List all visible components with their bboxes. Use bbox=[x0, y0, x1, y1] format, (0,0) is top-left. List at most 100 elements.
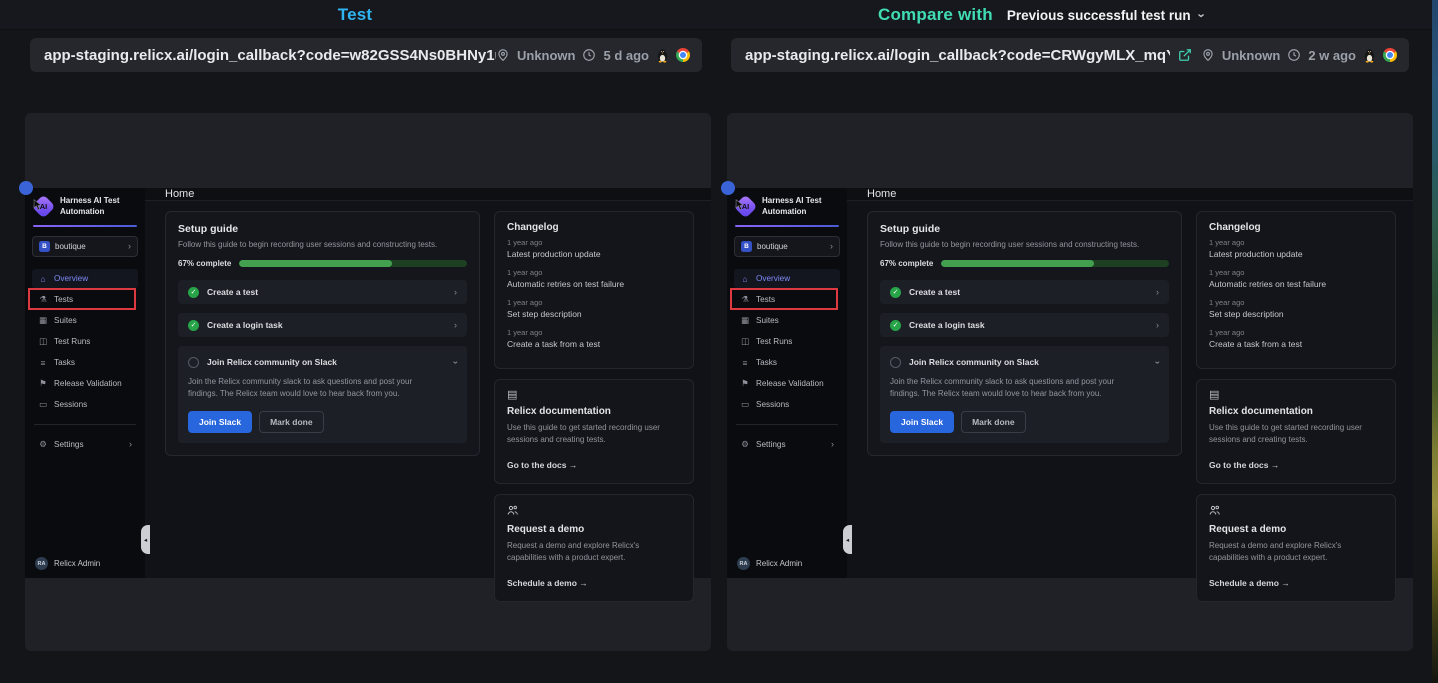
gear-icon: ⚙ bbox=[740, 439, 750, 450]
demo-title: Request a demo bbox=[1209, 524, 1383, 535]
sidebar-item-label: Tasks bbox=[756, 358, 777, 367]
setup-guide-subtitle: Follow this guide to begin recording use… bbox=[880, 240, 1169, 249]
sidebar-item-label: Test Runs bbox=[756, 337, 792, 346]
join-slack-button: Join Slack bbox=[890, 411, 954, 433]
documentation-description: Use this guide to get started recording … bbox=[1209, 422, 1383, 447]
setup-task-create-test: ✓ Create a test › bbox=[880, 280, 1169, 304]
mark-done-button: Mark done bbox=[961, 411, 1026, 433]
sidebar-item-label: Suites bbox=[756, 316, 779, 325]
home-icon: ⌂ bbox=[38, 274, 48, 284]
people-icon bbox=[507, 505, 681, 519]
sidebar-item-tests: ⚗ Tests bbox=[734, 290, 840, 309]
sidebar-item-label: Suites bbox=[54, 316, 77, 325]
flask-icon: ⚗ bbox=[38, 294, 48, 305]
left-app-screenshot: AI Harness AI Test Automation B boutique… bbox=[25, 188, 711, 578]
app-sidebar: AI Harness AI Test Automation B boutique… bbox=[727, 188, 847, 578]
progress-row: 67% complete bbox=[880, 259, 1169, 268]
list-icon: ≡ bbox=[740, 358, 750, 368]
demo-card: Request a demo Request a demo and explor… bbox=[1196, 494, 1396, 602]
changelog-entry-title: Latest production update bbox=[1209, 249, 1383, 259]
book-icon: ▤ bbox=[1209, 390, 1383, 401]
sidebar-divider bbox=[34, 424, 136, 425]
setup-guide-title: Setup guide bbox=[880, 223, 1169, 235]
collapse-arrow-icon: ◂ bbox=[144, 536, 147, 544]
right-column-header: Compare with Previous successful test ru… bbox=[699, 0, 1383, 30]
grid-icon: ▦ bbox=[740, 315, 750, 326]
flag-icon: ⚑ bbox=[740, 378, 750, 389]
sidebar-item-label: Overview bbox=[756, 274, 790, 283]
sidebar-item-suites: ▦ Suites bbox=[734, 311, 840, 330]
check-circle-icon: ✓ bbox=[188, 320, 199, 331]
sidebar-item-label: Tests bbox=[54, 295, 73, 304]
compare-run-value: Previous successful test run bbox=[1007, 8, 1191, 23]
right-age-label: 2 w ago bbox=[1308, 48, 1356, 63]
changelog-time: 1 year ago bbox=[1209, 328, 1383, 337]
adjacent-screenshot-sliver bbox=[1432, 0, 1438, 683]
external-link-icon[interactable] bbox=[1178, 48, 1192, 62]
setup-task-create-test: ✓ Create a test › bbox=[178, 280, 467, 304]
changelog-title: Changelog bbox=[1209, 222, 1383, 233]
linux-icon bbox=[656, 48, 669, 63]
changelog-entry-title: Create a task from a test bbox=[1209, 339, 1383, 349]
project-selector: B boutique › bbox=[32, 236, 138, 257]
changelog-card: Changelog 1 year ago Latest production u… bbox=[1196, 211, 1396, 369]
unchecked-circle-icon bbox=[890, 357, 901, 368]
page-content: Setup guide Follow this guide to begin r… bbox=[847, 201, 1413, 602]
task-label: Join Relicx community on Slack bbox=[909, 357, 1148, 367]
project-selector: B boutique › bbox=[734, 236, 840, 257]
collapse-arrow-icon: ◂ bbox=[846, 536, 849, 544]
sidebar-item-label: Tasks bbox=[54, 358, 75, 367]
chevron-right-icon: › bbox=[128, 242, 131, 251]
setup-guide-card: Setup guide Follow this guide to begin r… bbox=[165, 211, 480, 456]
chevron-right-icon: › bbox=[454, 288, 457, 297]
brand-name: Harness AI Test Automation bbox=[762, 196, 834, 217]
columns-icon: ◫ bbox=[740, 336, 750, 347]
sidebar-item-sessions: ▭ Sessions bbox=[32, 395, 138, 414]
changelog-time: 1 year ago bbox=[507, 268, 681, 277]
sidebar-item-suites: ▦ Suites bbox=[32, 311, 138, 330]
page-content: Setup guide Follow this guide to begin r… bbox=[145, 201, 711, 602]
grid-icon: ▦ bbox=[38, 315, 48, 326]
setup-task-join-slack: Join Relicx community on Slack › Join th… bbox=[880, 346, 1169, 443]
sidebar-item-release-validation: ⚑ Release Validation bbox=[32, 374, 138, 393]
changelog-entry: 1 year ago Set step description bbox=[1209, 298, 1383, 319]
user-account: RA Relicx Admin bbox=[32, 557, 138, 570]
changelog-entry-title: Set step description bbox=[507, 309, 681, 319]
join-slack-button: Join Slack bbox=[188, 411, 252, 433]
book-icon: ▤ bbox=[507, 390, 681, 401]
left-url-bar[interactable]: app-staging.relicx.ai/login_callback?cod… bbox=[30, 38, 702, 72]
project-name: boutique bbox=[55, 242, 123, 251]
demo-title: Request a demo bbox=[507, 524, 681, 535]
sidebar-item-label: Settings bbox=[54, 440, 84, 449]
progress-bar bbox=[239, 260, 467, 267]
documentation-title: Relicx documentation bbox=[507, 406, 681, 417]
chevron-right-icon: › bbox=[129, 440, 132, 449]
sidebar-item-label: Overview bbox=[54, 274, 88, 283]
sidebar-item-label: Release Validation bbox=[54, 379, 122, 388]
progress-label: 67% complete bbox=[178, 259, 231, 268]
project-name: boutique bbox=[757, 242, 825, 251]
changelog-time: 1 year ago bbox=[1209, 298, 1383, 307]
check-circle-icon: ✓ bbox=[890, 320, 901, 331]
location-pin-icon bbox=[1201, 48, 1215, 62]
page-title: Home bbox=[165, 188, 194, 200]
changelog-entry-title: Create a task from a test bbox=[507, 339, 681, 349]
task-label: Join Relicx community on Slack bbox=[207, 357, 446, 367]
cursor-arrow-icon bbox=[735, 197, 744, 215]
right-url-text: app-staging.relicx.ai/login_callback?cod… bbox=[745, 47, 1170, 64]
check-circle-icon: ✓ bbox=[188, 287, 199, 298]
right-url-bar[interactable]: app-staging.relicx.ai/login_callback?cod… bbox=[731, 38, 1409, 72]
changelog-entry: 1 year ago Automatic retries on test fai… bbox=[507, 268, 681, 289]
chevron-down-icon: › bbox=[451, 361, 460, 364]
compare-with-label: Compare with bbox=[878, 5, 993, 25]
compare-run-selector[interactable]: Previous successful test run › bbox=[1007, 8, 1204, 23]
mark-done-button: Mark done bbox=[259, 411, 324, 433]
user-name: Relicx Admin bbox=[54, 559, 100, 568]
clock-icon bbox=[582, 48, 596, 62]
brand: AI Harness AI Test Automation bbox=[32, 196, 138, 217]
changelog-entry: 1 year ago Create a task from a test bbox=[1209, 328, 1383, 349]
changelog-title: Changelog bbox=[507, 222, 681, 233]
project-badge: B bbox=[741, 241, 752, 252]
documentation-title: Relicx documentation bbox=[1209, 406, 1383, 417]
page-header: Home bbox=[145, 188, 711, 201]
